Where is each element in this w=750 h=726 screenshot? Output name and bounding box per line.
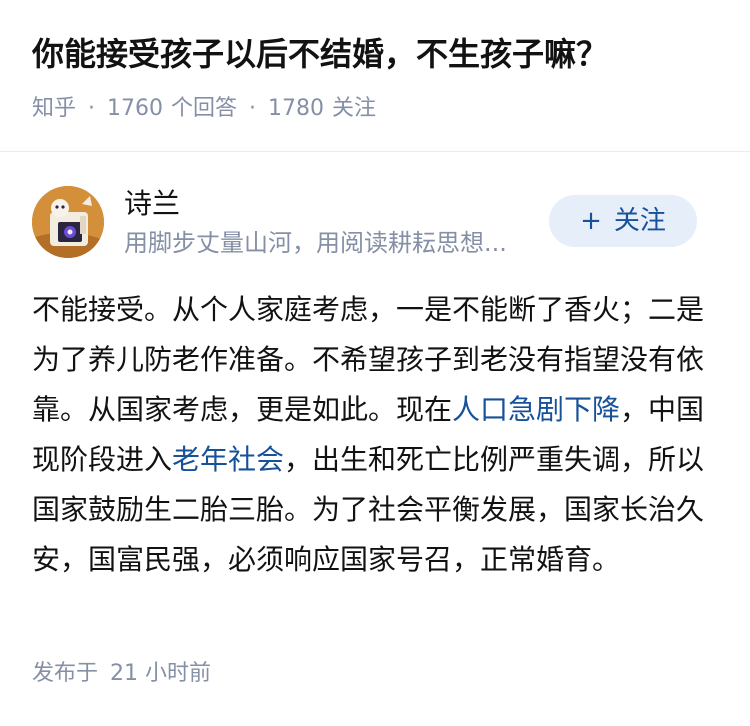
author-bio: 用脚步丈量山河，用阅读耕耘思想... [124,229,507,257]
illustrated-avatar-icon[interactable] [32,186,104,258]
answer-content: 不能接受。从个人家庭考虑，一是不能断了香火；二是为了养儿防老作准备。不希望孩子到… [32,285,718,585]
follow-button-label: 关注 [613,206,666,236]
followers-label: 关注 [332,96,377,121]
question-meta: 知乎 · 1760 个回答 · 1780 关注 [32,93,376,125]
published-label: 发布于 [32,661,99,686]
source-label[interactable]: 知乎 [32,96,76,121]
answers-label: 个回答 [171,96,238,121]
answer-footer: 发布于 21 小时前 [32,658,211,690]
answers-count: 1760 [107,96,164,121]
author-row: 诗兰 用脚步丈量山河，用阅读耕耘思想... + 关注 [0,180,750,270]
meta-separator: · [88,96,96,121]
meta-separator: · [249,96,257,121]
section-divider [0,151,750,152]
question-title[interactable]: 你能接受孩子以后不结婚，不生孩子嘛？ [32,30,608,78]
answer-link-population-decline[interactable]: 人口急剧下降 [452,393,620,426]
author-name[interactable]: 诗兰 [124,184,180,224]
followers-count: 1780 [268,96,325,121]
question-header: 你能接受孩子以后不结婚，不生孩子嘛？ 知乎 · 1760 个回答 · 1780 关注 [0,0,750,150]
answer-link-aging-society[interactable]: 老年社会 [172,443,284,476]
published-time: 21 小时前 [110,661,212,686]
follow-button[interactable]: + 关注 [549,195,697,247]
plus-icon: + [580,206,602,236]
